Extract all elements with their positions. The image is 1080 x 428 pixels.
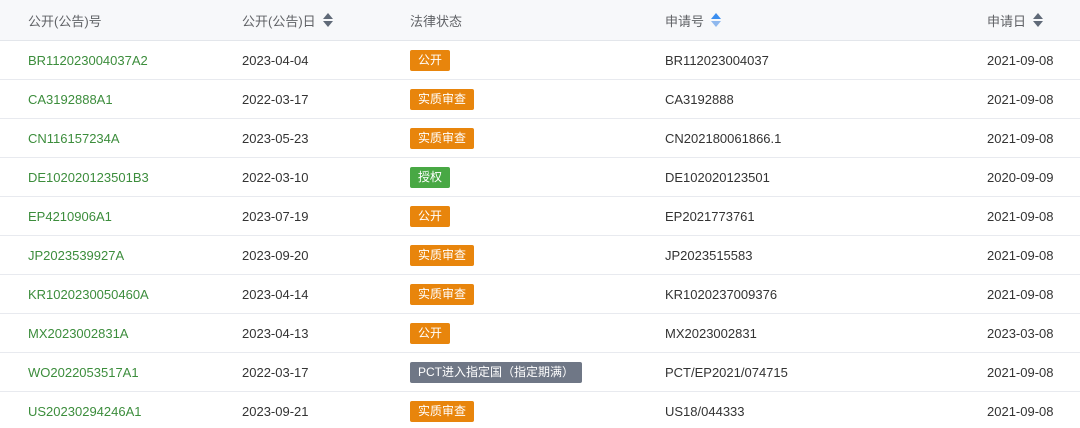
pub-no-link[interactable]: BR112023004037A2 bbox=[28, 53, 148, 68]
pub-date: 2022-03-17 bbox=[242, 364, 309, 380]
sort-asc-icon[interactable] bbox=[322, 13, 333, 19]
legal-status-badge: 实质审查 bbox=[410, 88, 475, 110]
header-legal-status: 法律状态 bbox=[410, 0, 462, 40]
app-no: KR1020237009376 bbox=[665, 286, 778, 302]
header-pub-date[interactable]: 公开(公告)日 bbox=[242, 0, 333, 40]
pub-date: 2023-04-14 bbox=[242, 286, 309, 302]
header-app-date[interactable]: 申请日 bbox=[987, 0, 1044, 40]
sort-icon[interactable] bbox=[1033, 13, 1044, 27]
app-date: 2021-09-08 bbox=[987, 286, 1054, 302]
sort-icon[interactable] bbox=[322, 13, 333, 27]
pub-no-link[interactable]: JP2023539927A bbox=[28, 248, 124, 263]
legal-status-badge: 公开 bbox=[410, 205, 451, 227]
header-pub-no-label: 公开(公告)号 bbox=[28, 13, 102, 29]
header-pub-date-label: 公开(公告)日 bbox=[242, 13, 316, 29]
sort-desc-icon[interactable] bbox=[1033, 21, 1044, 27]
pub-date: 2023-09-20 bbox=[242, 247, 309, 263]
legal-status-badge: 公开 bbox=[410, 49, 451, 71]
pub-date: 2023-04-13 bbox=[242, 325, 309, 341]
header-legal-status-label: 法律状态 bbox=[410, 13, 463, 29]
table-header: 公开(公告)号 公开(公告)日 法律状态 申请号 申请日 bbox=[0, 0, 1080, 41]
patent-family-table: 公开(公告)号 公开(公告)日 法律状态 申请号 申请日 BR112023004… bbox=[0, 0, 1080, 428]
sort-asc-icon[interactable] bbox=[1033, 13, 1044, 19]
app-no: CN202180061866.1 bbox=[665, 130, 782, 146]
table-body: BR112023004037A2 2023-04-04 公开 BR1120230… bbox=[0, 41, 1080, 428]
table-row: BR112023004037A2 2023-04-04 公开 BR1120230… bbox=[0, 41, 1080, 80]
sort-icon-active[interactable] bbox=[711, 13, 722, 27]
table-row: MX2023002831A 2023-04-13 公开 MX2023002831… bbox=[0, 314, 1080, 353]
table-row: EP4210906A1 2023-07-19 公开 EP2021773761 2… bbox=[0, 197, 1080, 236]
pub-no-link[interactable]: US20230294246A1 bbox=[28, 404, 142, 419]
table-row: US20230294246A1 2023-09-21 实质审查 US18/044… bbox=[0, 392, 1080, 428]
table-row: WO2022053517A1 2022-03-17 PCT进入指定国（指定期满）… bbox=[0, 353, 1080, 392]
app-date: 2023-03-08 bbox=[987, 325, 1054, 341]
pub-no-link[interactable]: MX2023002831A bbox=[28, 326, 128, 341]
pub-date: 2023-05-23 bbox=[242, 130, 309, 146]
legal-status-badge: 公开 bbox=[410, 322, 451, 344]
legal-status-badge: 实质审查 bbox=[410, 283, 475, 305]
pub-no-link[interactable]: CA3192888A1 bbox=[28, 92, 113, 107]
app-no: DE102020123501 bbox=[665, 169, 770, 185]
pub-no-link[interactable]: EP4210906A1 bbox=[28, 209, 112, 224]
pub-date: 2023-09-21 bbox=[242, 403, 309, 419]
app-date: 2021-09-08 bbox=[987, 403, 1054, 419]
app-no: EP2021773761 bbox=[665, 208, 755, 224]
table-row: DE102020123501B3 2022-03-10 授权 DE1020201… bbox=[0, 158, 1080, 197]
pub-no-link[interactable]: WO2022053517A1 bbox=[28, 365, 139, 380]
pub-date: 2023-04-04 bbox=[242, 52, 309, 68]
table-row: CA3192888A1 2022-03-17 实质审查 CA3192888 20… bbox=[0, 80, 1080, 119]
app-date: 2021-09-08 bbox=[987, 364, 1054, 380]
pub-no-link[interactable]: CN116157234A bbox=[28, 131, 120, 146]
sort-desc-icon[interactable] bbox=[322, 21, 333, 27]
app-no: US18/044333 bbox=[665, 403, 745, 419]
pub-date: 2022-03-10 bbox=[242, 169, 309, 185]
sort-desc-icon[interactable] bbox=[711, 21, 722, 27]
legal-status-badge: 实质审查 bbox=[410, 244, 475, 266]
app-date: 2021-09-08 bbox=[987, 52, 1054, 68]
app-date: 2020-09-09 bbox=[987, 169, 1054, 185]
pub-date: 2022-03-17 bbox=[242, 91, 309, 107]
pub-date: 2023-07-19 bbox=[242, 208, 309, 224]
app-no: PCT/EP2021/074715 bbox=[665, 364, 788, 380]
table-row: JP2023539927A 2023-09-20 实质审查 JP20235155… bbox=[0, 236, 1080, 275]
legal-status-badge: PCT进入指定国（指定期满） bbox=[410, 361, 583, 383]
header-app-no-label: 申请号 bbox=[665, 13, 705, 29]
sort-asc-icon[interactable] bbox=[711, 13, 722, 19]
legal-status-badge: 实质审查 bbox=[410, 127, 475, 149]
legal-status-badge: 实质审查 bbox=[410, 400, 475, 422]
app-date: 2021-09-08 bbox=[987, 208, 1054, 224]
app-no: JP2023515583 bbox=[665, 247, 753, 263]
app-date: 2021-09-08 bbox=[987, 130, 1054, 146]
pub-no-link[interactable]: KR1020230050460A bbox=[28, 287, 149, 302]
legal-status-badge: 授权 bbox=[410, 166, 451, 188]
table-row: CN116157234A 2023-05-23 实质审查 CN202180061… bbox=[0, 119, 1080, 158]
app-no: BR112023004037 bbox=[665, 52, 769, 68]
header-app-no[interactable]: 申请号 bbox=[665, 0, 722, 40]
table-row: KR1020230050460A 2023-04-14 实质审查 KR10202… bbox=[0, 275, 1080, 314]
app-date: 2021-09-08 bbox=[987, 91, 1054, 107]
app-no: CA3192888 bbox=[665, 91, 734, 107]
pub-no-link[interactable]: DE102020123501B3 bbox=[28, 170, 149, 185]
app-date: 2021-09-08 bbox=[987, 247, 1054, 263]
app-no: MX2023002831 bbox=[665, 325, 757, 341]
header-app-date-label: 申请日 bbox=[987, 13, 1027, 29]
header-pub-no: 公开(公告)号 bbox=[28, 0, 102, 40]
